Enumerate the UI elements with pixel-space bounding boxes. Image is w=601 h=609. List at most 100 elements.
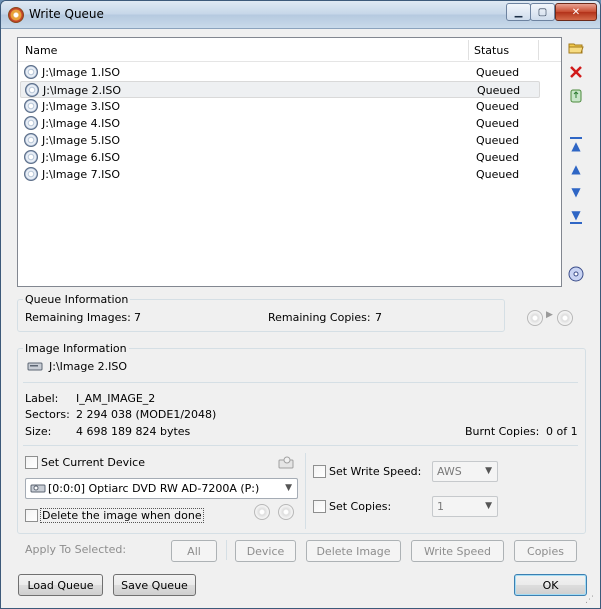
divider bbox=[23, 382, 578, 383]
refresh-icon[interactable] bbox=[254, 504, 270, 520]
save-queue-button[interactable]: Save Queue bbox=[113, 574, 196, 596]
ok-button[interactable]: OK bbox=[514, 574, 587, 596]
chevron-down-icon: ▼ bbox=[485, 501, 492, 511]
item-status: Queued bbox=[476, 168, 520, 181]
chevron-down-icon: ▼ bbox=[285, 483, 292, 493]
apply-all-button[interactable]: All bbox=[171, 540, 217, 562]
image-file-name: J:\Image 2.ISO bbox=[49, 360, 127, 373]
copies-select-value: 1 bbox=[437, 500, 444, 513]
apply-device-button[interactable]: Device bbox=[235, 540, 296, 562]
list-item[interactable]: J:\Image 6.ISO Queued bbox=[20, 149, 540, 166]
drive-icon bbox=[27, 360, 43, 375]
disc-image-icon bbox=[24, 65, 38, 79]
maximize-button[interactable]: ▢ bbox=[530, 3, 555, 21]
move-bottom-icon[interactable]: ▼ bbox=[568, 208, 584, 224]
delete-when-done-label[interactable]: Delete the image when done bbox=[40, 508, 204, 523]
list-item[interactable]: J:\Image 4.ISO Queued bbox=[20, 115, 540, 132]
column-header-name[interactable]: Name bbox=[25, 44, 57, 57]
move-down-icon[interactable]: ▼ bbox=[568, 184, 584, 200]
queue-list[interactable]: Name Status J:\Image 1.ISO Queued J:\Ima… bbox=[17, 37, 562, 287]
set-write-speed-checkbox[interactable] bbox=[313, 465, 326, 478]
remaining-images-label: Remaining Images: bbox=[25, 311, 131, 324]
set-copies-label[interactable]: Set Copies: bbox=[329, 500, 391, 513]
copies-select[interactable]: 1 ▼ bbox=[432, 496, 498, 517]
write-speed-select-value: AWS bbox=[437, 465, 462, 478]
column-separator[interactable] bbox=[538, 40, 539, 60]
remaining-images-value: 7 bbox=[134, 311, 141, 324]
chevron-down-icon: ▼ bbox=[485, 466, 492, 476]
burnt-copies-label: Burnt Copies: bbox=[465, 425, 540, 438]
target-disc-icon[interactable] bbox=[557, 310, 573, 326]
item-status: Queued bbox=[476, 100, 520, 113]
image-information-group bbox=[17, 348, 586, 534]
move-top-icon[interactable]: ▲ bbox=[568, 137, 584, 153]
item-status: Queued bbox=[476, 117, 520, 130]
eject-icon[interactable] bbox=[278, 504, 294, 520]
burn-disc-icon[interactable] bbox=[527, 310, 543, 326]
set-current-device-label[interactable]: Set Current Device bbox=[41, 456, 145, 469]
bar-line bbox=[570, 222, 582, 224]
title-bar: Write Queue ▁ ▢ ✕ bbox=[1, 1, 600, 29]
remaining-copies-value: 7 bbox=[375, 311, 382, 324]
item-status: Queued bbox=[477, 84, 521, 97]
burnt-copies-value: 0 of 1 bbox=[546, 425, 578, 438]
device-select-value: [0:0:0] Optiarc DVD RW AD-7200A (P:) bbox=[48, 482, 260, 495]
queue-information-title: Queue Information bbox=[23, 293, 131, 306]
resize-grip-icon[interactable]: ⋰ bbox=[585, 595, 594, 605]
item-name: J:\Image 5.ISO bbox=[42, 134, 120, 147]
item-name: J:\Image 7.ISO bbox=[42, 168, 120, 181]
apply-delete-image-button[interactable]: Delete Image bbox=[306, 540, 401, 562]
remaining-copies-label: Remaining Copies: bbox=[268, 311, 371, 324]
disc-image-icon bbox=[24, 150, 38, 164]
close-button[interactable]: ✕ bbox=[555, 3, 597, 21]
load-queue-button[interactable]: Load Queue bbox=[18, 574, 103, 596]
disc-image-icon bbox=[24, 167, 38, 181]
minimize-button[interactable]: ▁ bbox=[506, 3, 531, 21]
divider bbox=[23, 445, 578, 446]
device-select[interactable]: [0:0:0] Optiarc DVD RW AD-7200A (P:) ▼ bbox=[25, 478, 298, 499]
disc-image-icon bbox=[24, 99, 38, 113]
drive-icon bbox=[30, 481, 46, 498]
set-write-speed-label[interactable]: Set Write Speed: bbox=[329, 465, 421, 478]
write-queue-window: Write Queue ▁ ▢ ✕ Name Status J:\Image 1… bbox=[0, 0, 601, 609]
item-name: J:\Image 6.ISO bbox=[42, 151, 120, 164]
delete-icon[interactable] bbox=[568, 64, 584, 80]
item-status: Queued bbox=[476, 151, 520, 164]
sectors-value: 2 294 038 (MODE1/2048) bbox=[76, 408, 217, 421]
set-current-device-checkbox[interactable] bbox=[25, 456, 38, 469]
image-information-title: Image Information bbox=[23, 342, 129, 355]
divider bbox=[226, 540, 227, 560]
open-folder-icon[interactable] bbox=[568, 40, 584, 56]
label-field-label: Label: bbox=[25, 392, 59, 405]
list-item[interactable]: J:\Image 7.ISO Queued bbox=[20, 166, 540, 183]
play-arrow-icon: ▶ bbox=[546, 310, 553, 320]
list-item-selected[interactable]: J:\Image 2.ISO Queued bbox=[20, 81, 540, 98]
list-item[interactable]: J:\Image 3.ISO Queued bbox=[20, 98, 540, 115]
app-disc-icon bbox=[8, 7, 24, 23]
write-speed-select[interactable]: AWS ▼ bbox=[432, 461, 498, 482]
item-name: J:\Image 2.ISO bbox=[43, 84, 121, 97]
label-field-value: I_AM_IMAGE_2 bbox=[76, 392, 156, 405]
column-separator[interactable] bbox=[468, 40, 469, 60]
device-properties-icon[interactable] bbox=[278, 455, 294, 472]
disc-image-icon bbox=[24, 116, 38, 130]
item-name: J:\Image 4.ISO bbox=[42, 117, 120, 130]
set-copies-checkbox[interactable] bbox=[313, 500, 326, 513]
disc-burn-icon[interactable] bbox=[568, 266, 584, 282]
item-status: Queued bbox=[476, 66, 520, 79]
window-title: Write Queue bbox=[29, 7, 104, 21]
column-header-status[interactable]: Status bbox=[474, 44, 509, 57]
move-up-icon[interactable]: ▲ bbox=[568, 161, 584, 177]
list-item[interactable]: J:\Image 1.ISO Queued bbox=[20, 64, 540, 81]
size-value: 4 698 189 824 bytes bbox=[76, 425, 191, 438]
list-item[interactable]: J:\Image 5.ISO Queued bbox=[20, 132, 540, 149]
delete-when-done-checkbox[interactable] bbox=[25, 509, 38, 522]
apply-write-speed-button[interactable]: Write Speed bbox=[411, 540, 504, 562]
item-name: J:\Image 3.ISO bbox=[42, 100, 120, 113]
disc-image-icon bbox=[25, 83, 39, 97]
sectors-label: Sectors: bbox=[25, 408, 70, 421]
apply-copies-button[interactable]: Copies bbox=[514, 540, 577, 562]
size-label: Size: bbox=[25, 425, 52, 438]
recycle-icon[interactable] bbox=[568, 88, 584, 104]
apply-to-selected-label: Apply To Selected: bbox=[25, 543, 127, 556]
